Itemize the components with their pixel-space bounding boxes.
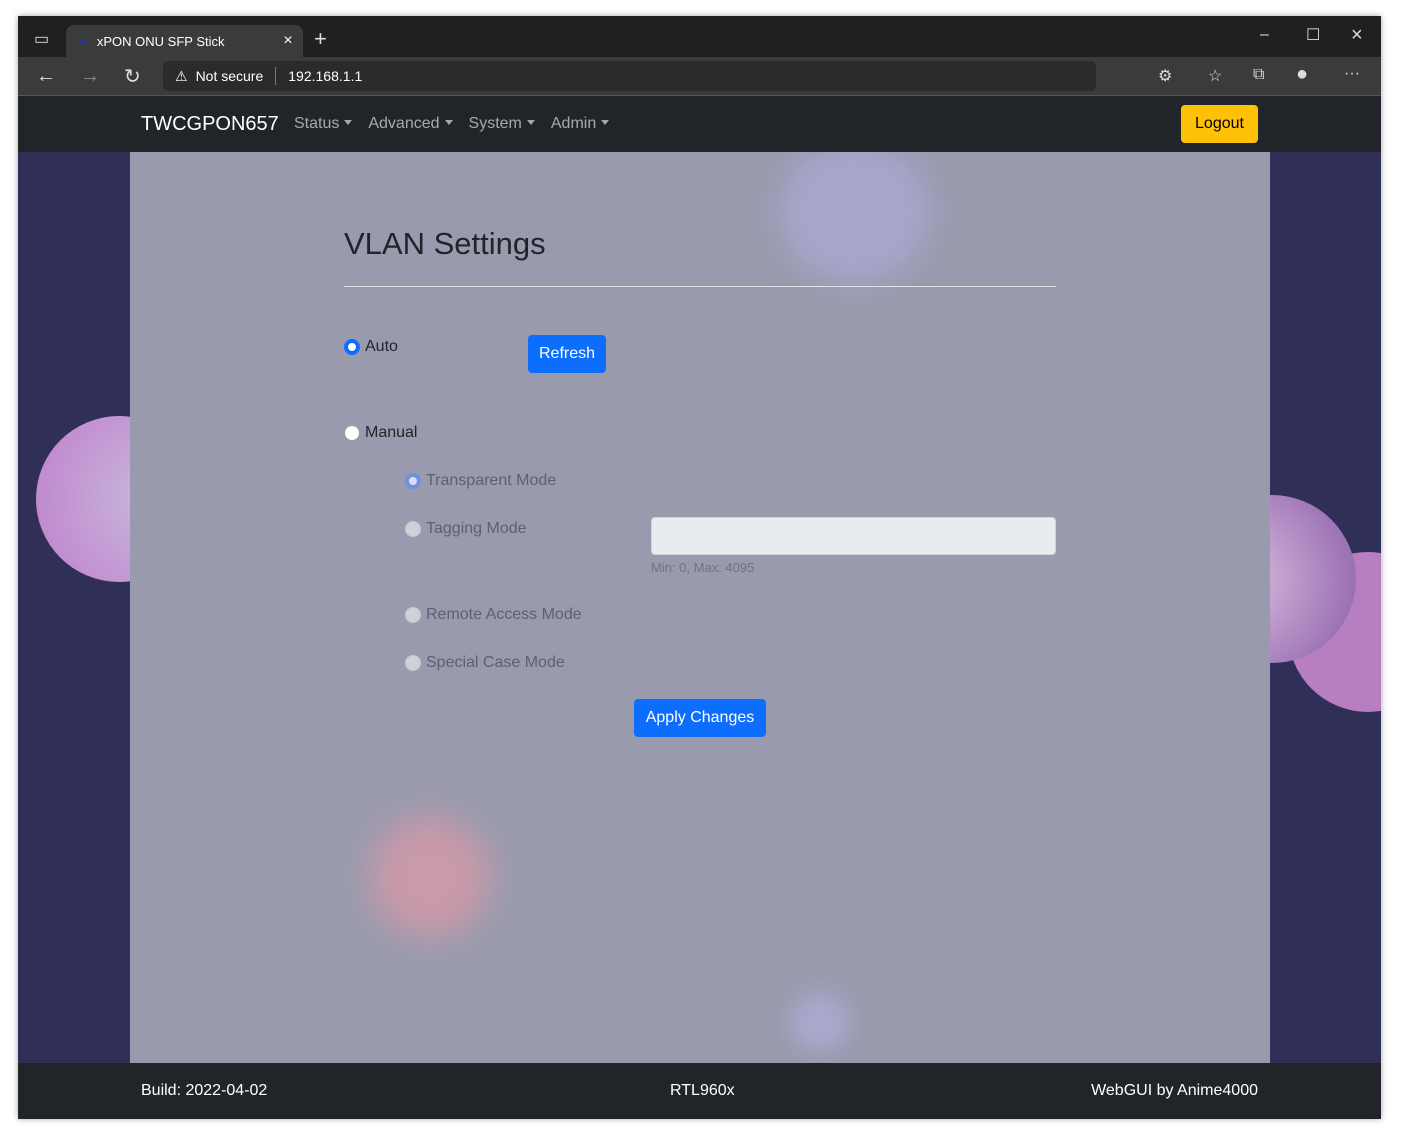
credit: WebGUI by Anime4000 xyxy=(1091,1082,1258,1099)
vlan-id-help: Min: 0, Max: 4095 xyxy=(651,560,755,575)
new-tab-icon[interactable]: + xyxy=(314,26,327,52)
special-case-mode-radio[interactable]: Special Case Mode xyxy=(405,654,565,672)
main-panel: VLAN Settings Auto Refresh Manual Transp… xyxy=(130,152,1270,1063)
close-window-icon[interactable]: × xyxy=(1351,24,1363,47)
browser-tab[interactable]: Ψ xPON ONU SFP Stick × xyxy=(66,25,303,57)
transparent-mode-radio[interactable]: Transparent Mode xyxy=(405,472,556,490)
footer: Build: 2022-04-02 RTL960x WebGUI by Anim… xyxy=(18,1063,1381,1119)
address-bar-row: ← → ↻ ⚠ Not secure 192.168.1.1 ⚙ ☆ ⧉ ● ·… xyxy=(18,57,1381,96)
vlan-id-input[interactable] xyxy=(651,517,1056,555)
collections-icon[interactable]: ⧉ xyxy=(1253,66,1264,84)
forward-icon[interactable]: → xyxy=(80,65,100,88)
auto-radio[interactable]: Auto xyxy=(344,338,398,356)
minimize-icon[interactable]: – xyxy=(1260,26,1269,44)
refresh-button[interactable]: Refresh xyxy=(528,335,606,373)
reload-icon[interactable]: ↻ xyxy=(124,64,141,89)
more-icon[interactable]: ··· xyxy=(1344,65,1360,83)
address-input[interactable]: ⚠ Not secure 192.168.1.1 xyxy=(163,61,1096,91)
favorites-icon[interactable]: ☆ xyxy=(1208,66,1222,86)
back-icon[interactable]: ← xyxy=(36,65,56,88)
content-area: VLAN Settings Auto Refresh Manual Transp… xyxy=(18,152,1381,1063)
manual-radio[interactable]: Manual xyxy=(344,424,417,442)
tab-actions-icon[interactable]: ▭ xyxy=(34,29,49,49)
extensions-icon[interactable]: ⚙ xyxy=(1158,66,1172,86)
tagging-mode-radio[interactable]: Tagging Mode xyxy=(405,520,527,538)
build-info: Build: 2022-04-02 xyxy=(141,1082,268,1099)
close-tab-icon[interactable]: × xyxy=(273,32,303,50)
maximize-icon[interactable]: ☐ xyxy=(1306,25,1320,45)
remote-access-mode-radio[interactable]: Remote Access Mode xyxy=(405,606,582,624)
menu-system[interactable]: System xyxy=(469,115,535,133)
navbar: TWCGPON657 Status Advanced System Admin … xyxy=(18,96,1381,152)
menu-status[interactable]: Status xyxy=(294,115,352,133)
warning-icon: ⚠ xyxy=(175,67,188,84)
profile-icon[interactable]: ● xyxy=(1296,63,1308,86)
menu-advanced[interactable]: Advanced xyxy=(368,115,452,133)
chip-info: RTL960x xyxy=(670,1082,735,1099)
page-title: VLAN Settings xyxy=(344,226,546,261)
divider xyxy=(344,286,1056,287)
favicon-icon: Ψ xyxy=(78,33,89,49)
apply-changes-button[interactable]: Apply Changes xyxy=(634,699,766,737)
logout-button[interactable]: Logout xyxy=(1181,105,1258,143)
browser-window: ▭ Ψ xPON ONU SFP Stick × + – ☐ × ← → ↻ ⚠… xyxy=(18,16,1381,1119)
menu-admin[interactable]: Admin xyxy=(551,115,609,133)
brand[interactable]: TWCGPON657 xyxy=(141,113,279,136)
tab-bar: ▭ Ψ xPON ONU SFP Stick × + – ☐ × xyxy=(18,16,1381,57)
